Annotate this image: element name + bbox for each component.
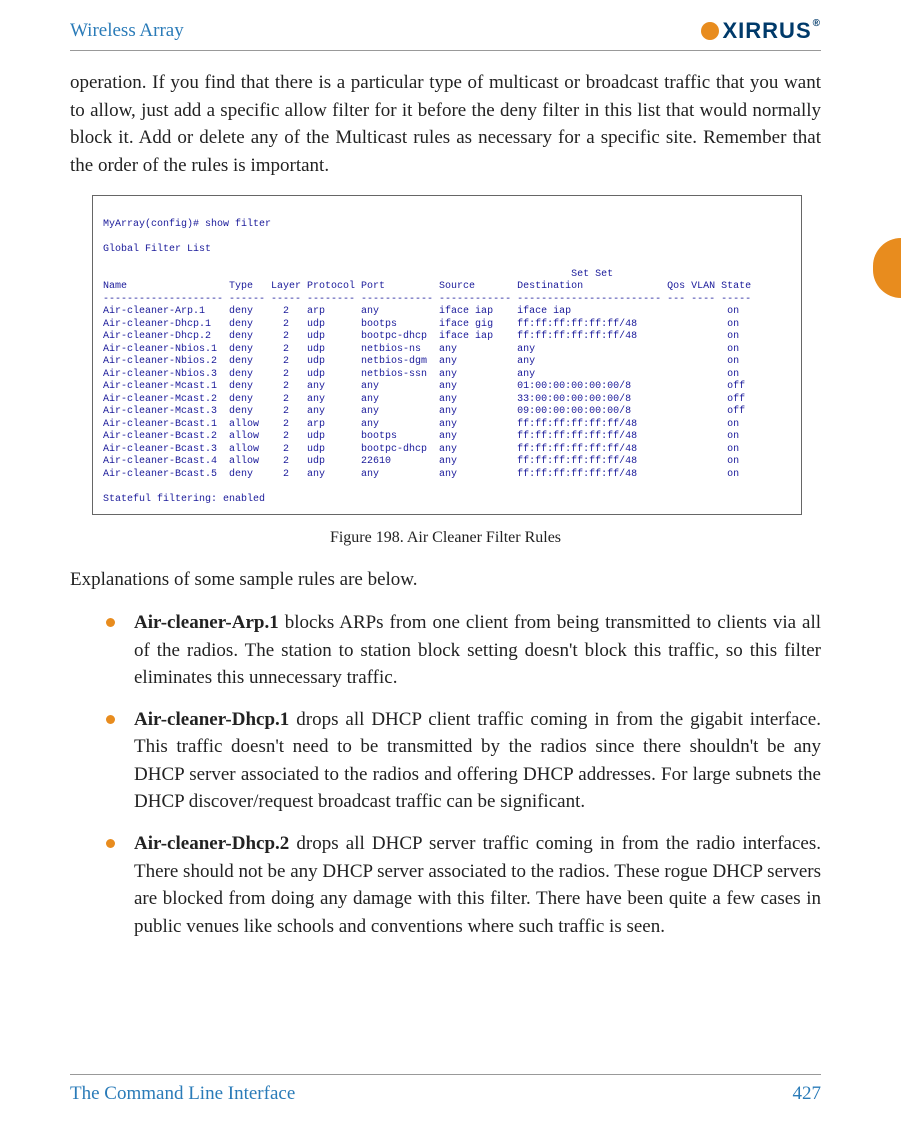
list-item: Air-cleaner-Dhcp.2 drops all DHCP server… (112, 830, 821, 940)
rule-name: Air-cleaner-Arp.1 (134, 612, 279, 633)
footer-page-number: 427 (793, 1083, 822, 1105)
brand-registered-icon: ® (813, 18, 821, 29)
terminal-header-columns: Name Type Layer Protocol Port Source Des… (103, 281, 751, 292)
terminal-row: Air-cleaner-Dhcp.1 deny 2 udp bootps ifa… (103, 319, 739, 330)
terminal-row: Air-cleaner-Arp.1 deny 2 arp any iface i… (103, 306, 739, 317)
terminal-row: Air-cleaner-Mcast.1 deny 2 any any any 0… (103, 381, 745, 392)
terminal-header-top: Set Set (103, 269, 613, 280)
terminal-row: Air-cleaner-Bcast.1 allow 2 arp any any … (103, 419, 739, 430)
terminal-header-separator: -------------------- ------ ----- ------… (103, 294, 751, 305)
terminal-output: MyArray(config)# show filter Global Filt… (92, 195, 802, 515)
terminal-row: Air-cleaner-Nbios.3 deny 2 udp netbios-s… (103, 369, 739, 380)
terminal-list-title: Global Filter List (103, 244, 211, 255)
page-header: Wireless Array XIRRUS® (70, 18, 821, 51)
rule-name: Air-cleaner-Dhcp.1 (134, 709, 289, 730)
footer-section-title: The Command Line Interface (70, 1083, 295, 1105)
page-footer: The Command Line Interface 427 (70, 1074, 821, 1105)
terminal-row: Air-cleaner-Mcast.2 deny 2 any any any 3… (103, 394, 745, 405)
terminal-row: Air-cleaner-Nbios.2 deny 2 udp netbios-d… (103, 356, 739, 367)
intro-paragraph: operation. If you find that there is a p… (70, 69, 821, 179)
terminal-row: Air-cleaner-Bcast.3 allow 2 udp bootpc-d… (103, 444, 739, 455)
terminal-row: Air-cleaner-Bcast.5 deny 2 any any any f… (103, 469, 739, 480)
header-title: Wireless Array (70, 20, 184, 42)
figure-caption: Figure 198. Air Cleaner Filter Rules (70, 529, 821, 547)
brand-word: XIRRUS (723, 18, 812, 43)
brand-logo: XIRRUS® (701, 18, 822, 44)
terminal-row: Air-cleaner-Mcast.3 deny 2 any any any 0… (103, 406, 745, 417)
terminal-row: Air-cleaner-Dhcp.2 deny 2 udp bootpc-dhc… (103, 331, 739, 342)
list-item: Air-cleaner-Arp.1 blocks ARPs from one c… (112, 609, 821, 692)
brand-text: XIRRUS® (723, 18, 822, 44)
section-tab-marker (873, 238, 901, 298)
terminal-prompt-line: MyArray(config)# show filter (103, 219, 271, 230)
brand-dot-icon (701, 22, 719, 40)
rule-name: Air-cleaner-Dhcp.2 (134, 833, 289, 854)
list-item: Air-cleaner-Dhcp.1 drops all DHCP client… (112, 706, 821, 816)
terminal-row: Air-cleaner-Bcast.2 allow 2 udp bootps a… (103, 431, 739, 442)
explanations-intro: Explanations of some sample rules are be… (70, 569, 821, 591)
rules-list: Air-cleaner-Arp.1 blocks ARPs from one c… (70, 609, 821, 940)
terminal-row: Air-cleaner-Nbios.1 deny 2 udp netbios-n… (103, 344, 739, 355)
terminal-footer-line: Stateful filtering: enabled (103, 494, 265, 505)
terminal-row: Air-cleaner-Bcast.4 allow 2 udp 22610 an… (103, 456, 739, 467)
